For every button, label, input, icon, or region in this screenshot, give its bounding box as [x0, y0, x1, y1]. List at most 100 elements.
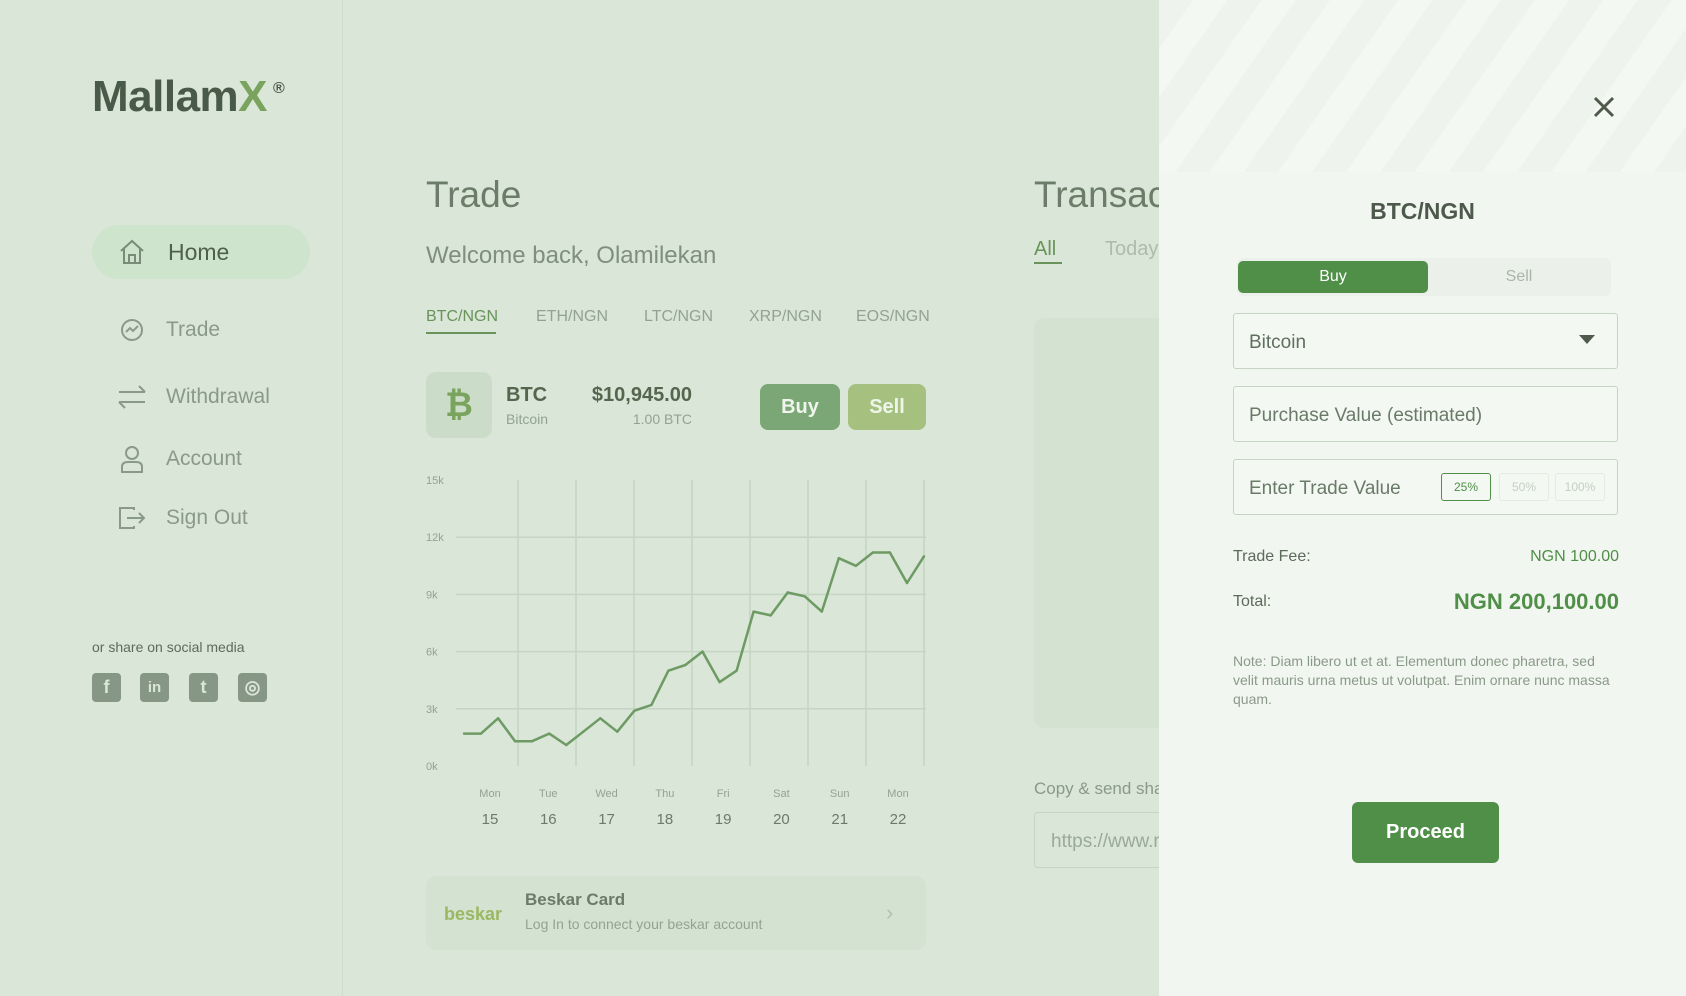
data-point — [547, 732, 551, 735]
tab-eos-ngn[interactable]: EOS/NGN — [856, 308, 930, 326]
buy-button[interactable]: Buy — [760, 384, 840, 430]
proceed-button[interactable]: Proceed — [1352, 802, 1499, 863]
total-label: Total: — [1233, 593, 1272, 610]
data-point — [667, 669, 670, 672]
data-point — [888, 551, 892, 554]
data-point — [565, 743, 568, 747]
x-day-label: Wed — [595, 788, 617, 800]
chevron-right-icon[interactable]: › — [886, 900, 893, 926]
data-point — [701, 650, 704, 653]
data-point — [769, 614, 772, 617]
panel-title: BTC/NGN — [1370, 198, 1475, 224]
x-tick-label: 17 — [598, 811, 615, 828]
x-day-label: Mon — [479, 788, 500, 800]
coin-price: $10,945.00 — [591, 384, 692, 406]
x-tick-label: 19 — [715, 811, 732, 828]
welcome-message: Welcome back, Olamilekan — [426, 242, 717, 269]
sidebar-item-sign-out[interactable]: Sign Out — [92, 491, 310, 545]
sign-out-icon — [112, 498, 152, 538]
y-tick-label: 9k — [426, 589, 438, 601]
tab-xrp-ngn[interactable]: XRP/NGN — [749, 308, 822, 326]
percent-25-button[interactable]: 25% — [1441, 473, 1491, 501]
y-tick-label: 0k — [426, 761, 438, 773]
data-point — [752, 610, 755, 613]
trade-fee-label: Trade Fee: — [1233, 548, 1311, 565]
linkedin-icon[interactable]: in — [140, 673, 169, 702]
x-day-label: Fri — [717, 788, 730, 800]
user-icon — [112, 439, 152, 479]
x-day-label: Sun — [830, 788, 850, 800]
twitter-icon[interactable]: t — [189, 673, 218, 702]
trade-fee-value: NGN 100.00 — [1530, 548, 1619, 565]
data-point — [496, 717, 500, 720]
facebook-icon[interactable]: f — [92, 673, 121, 702]
sidebar-item-withdrawal[interactable]: Withdrawal — [92, 370, 310, 424]
purchase-value-placeholder: Purchase Value (estimated) — [1249, 405, 1483, 426]
data-point — [530, 740, 534, 743]
data-point — [633, 709, 636, 712]
y-tick-label: 12k — [426, 532, 444, 544]
sidebar-item-label: Trade — [166, 318, 221, 341]
percent-100-button[interactable]: 100% — [1555, 473, 1605, 501]
data-point — [462, 732, 466, 735]
x-day-label: Thu — [655, 788, 674, 800]
sidebar-item-label: Withdrawal — [166, 385, 270, 408]
x-day-label: Sat — [773, 788, 790, 800]
x-day-label: Mon — [887, 788, 908, 800]
social-label: or share on social media — [92, 639, 245, 655]
x-tick-label: 22 — [890, 811, 907, 828]
home-icon — [112, 232, 152, 272]
data-point — [905, 581, 909, 585]
tab-all[interactable]: All — [1034, 238, 1056, 261]
linkedin-glyph: in — [147, 679, 162, 696]
x-day-label: Tue — [539, 788, 558, 800]
data-point — [786, 591, 789, 594]
page-title: Trade — [426, 174, 522, 215]
sidebar-item-label: Sign Out — [166, 506, 248, 529]
percent-50-button[interactable]: 50% — [1499, 473, 1549, 501]
sidebar-item-trade[interactable]: Trade — [92, 303, 310, 357]
data-point — [718, 680, 721, 684]
active-tab-indicator — [1034, 262, 1062, 264]
data-point — [735, 669, 738, 672]
tab-btc-ngn[interactable]: BTC/NGN — [426, 308, 498, 326]
logo-wordmark: Mallam — [92, 72, 239, 121]
x-tick-label: 15 — [482, 811, 499, 828]
facebook-glyph: f — [103, 677, 110, 697]
logo[interactable]: MallamX ® — [92, 72, 285, 122]
y-tick-label: 3k — [426, 704, 438, 716]
beskar-title: Beskar Card — [525, 890, 626, 909]
data-point — [922, 555, 926, 558]
note-text: Note: Diam libero ut et at. Elementum do… — [1233, 653, 1610, 707]
coin-symbol: BTC — [506, 384, 548, 406]
x-tick-label: 21 — [831, 811, 848, 828]
price-chart: 0k 3k 6k 9k 12k 15k Mon 15 Tue 16 Wed 17 Thu 18 Fri 19 S… — [426, 475, 926, 828]
chevron-down-icon[interactable] — [1579, 335, 1595, 344]
close-icon[interactable] — [1587, 90, 1621, 124]
data-point — [616, 730, 619, 733]
transfer-icon — [112, 377, 152, 417]
tab-ltc-ngn[interactable]: LTC/NGN — [644, 308, 713, 326]
instagram-icon[interactable]: ◎ — [238, 673, 267, 702]
coin-name: Bitcoin — [506, 411, 549, 427]
active-tab-indicator — [426, 332, 496, 334]
data-point — [871, 551, 875, 554]
tab-today[interactable]: Today — [1105, 238, 1158, 261]
sidebar-item-account[interactable]: Account — [92, 432, 310, 486]
sell-button[interactable]: Sell — [848, 384, 926, 430]
sidebar-item-home[interactable]: Home — [92, 225, 310, 279]
segment-buy[interactable]: Buy — [1238, 261, 1428, 293]
total-value: NGN 200,100.00 — [1453, 589, 1619, 614]
twitter-glyph: t — [200, 677, 207, 697]
bitcoin-glyph: ₿ — [445, 385, 473, 424]
data-point — [479, 732, 483, 735]
data-point — [684, 663, 687, 667]
x-tick-label: 16 — [540, 811, 557, 828]
segment-sell[interactable]: Sell — [1429, 261, 1609, 293]
series-line — [464, 551, 926, 747]
data-point — [650, 703, 653, 707]
tab-eth-ngn[interactable]: ETH/NGN — [536, 308, 608, 326]
data-point — [513, 740, 517, 743]
sidebar-item-label: Account — [166, 447, 242, 470]
registered-mark: ® — [273, 80, 285, 97]
